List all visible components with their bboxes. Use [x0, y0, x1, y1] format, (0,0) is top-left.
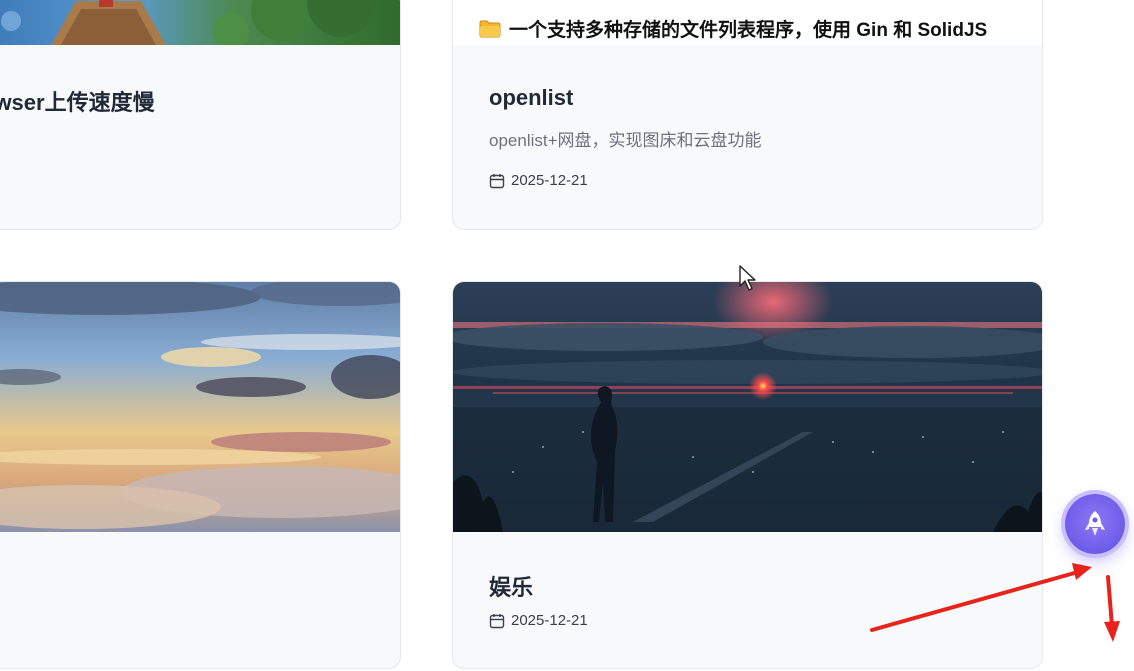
- folder-icon: [479, 20, 501, 37]
- card-title[interactable]: openlist: [489, 85, 573, 111]
- card-cover-image[interactable]: [0, 0, 400, 45]
- card-date-text: 2025-12-21: [511, 612, 588, 629]
- card-cover-image[interactable]: [453, 282, 1042, 532]
- post-card[interactable]: owser上传速度慢: [0, 0, 401, 230]
- cover-banner-text: 一个支持多种存储的文件列表程序，使用 Gin 和 SolidJS: [509, 20, 988, 41]
- post-card[interactable]: [0, 281, 401, 669]
- calendar-icon: [489, 613, 505, 628]
- card-date: 2025-12-21: [489, 172, 588, 189]
- card-title[interactable]: owser上传速度慢: [0, 85, 155, 117]
- cover-banner: 一个支持多种存储的文件列表程序，使用 Gin 和 SolidJS: [479, 15, 987, 42]
- back-to-top-button[interactable]: [1065, 494, 1125, 554]
- calendar-icon: [489, 173, 505, 188]
- post-card[interactable]: 一个支持多种存储的文件列表程序，使用 Gin 和 SolidJS openlis…: [452, 0, 1043, 230]
- mouse-cursor-icon: [739, 265, 756, 291]
- post-card[interactable]: 娱乐 2025-12-21: [452, 281, 1043, 669]
- card-cover-image[interactable]: 一个支持多种存储的文件列表程序，使用 Gin 和 SolidJS: [453, 0, 1042, 45]
- card-date: 2025-12-21: [489, 612, 588, 629]
- rocket-icon: [1085, 511, 1105, 536]
- card-cover-image[interactable]: [0, 282, 400, 532]
- card-description: openlist+网盘，实现图床和云盘功能: [489, 131, 762, 150]
- card-title[interactable]: 娱乐: [489, 570, 533, 602]
- page: owser上传速度慢 一个支持多种存储的文件列表程序，使用 Gin 和 Soli…: [0, 0, 1134, 671]
- card-date-text: 2025-12-21: [511, 172, 588, 189]
